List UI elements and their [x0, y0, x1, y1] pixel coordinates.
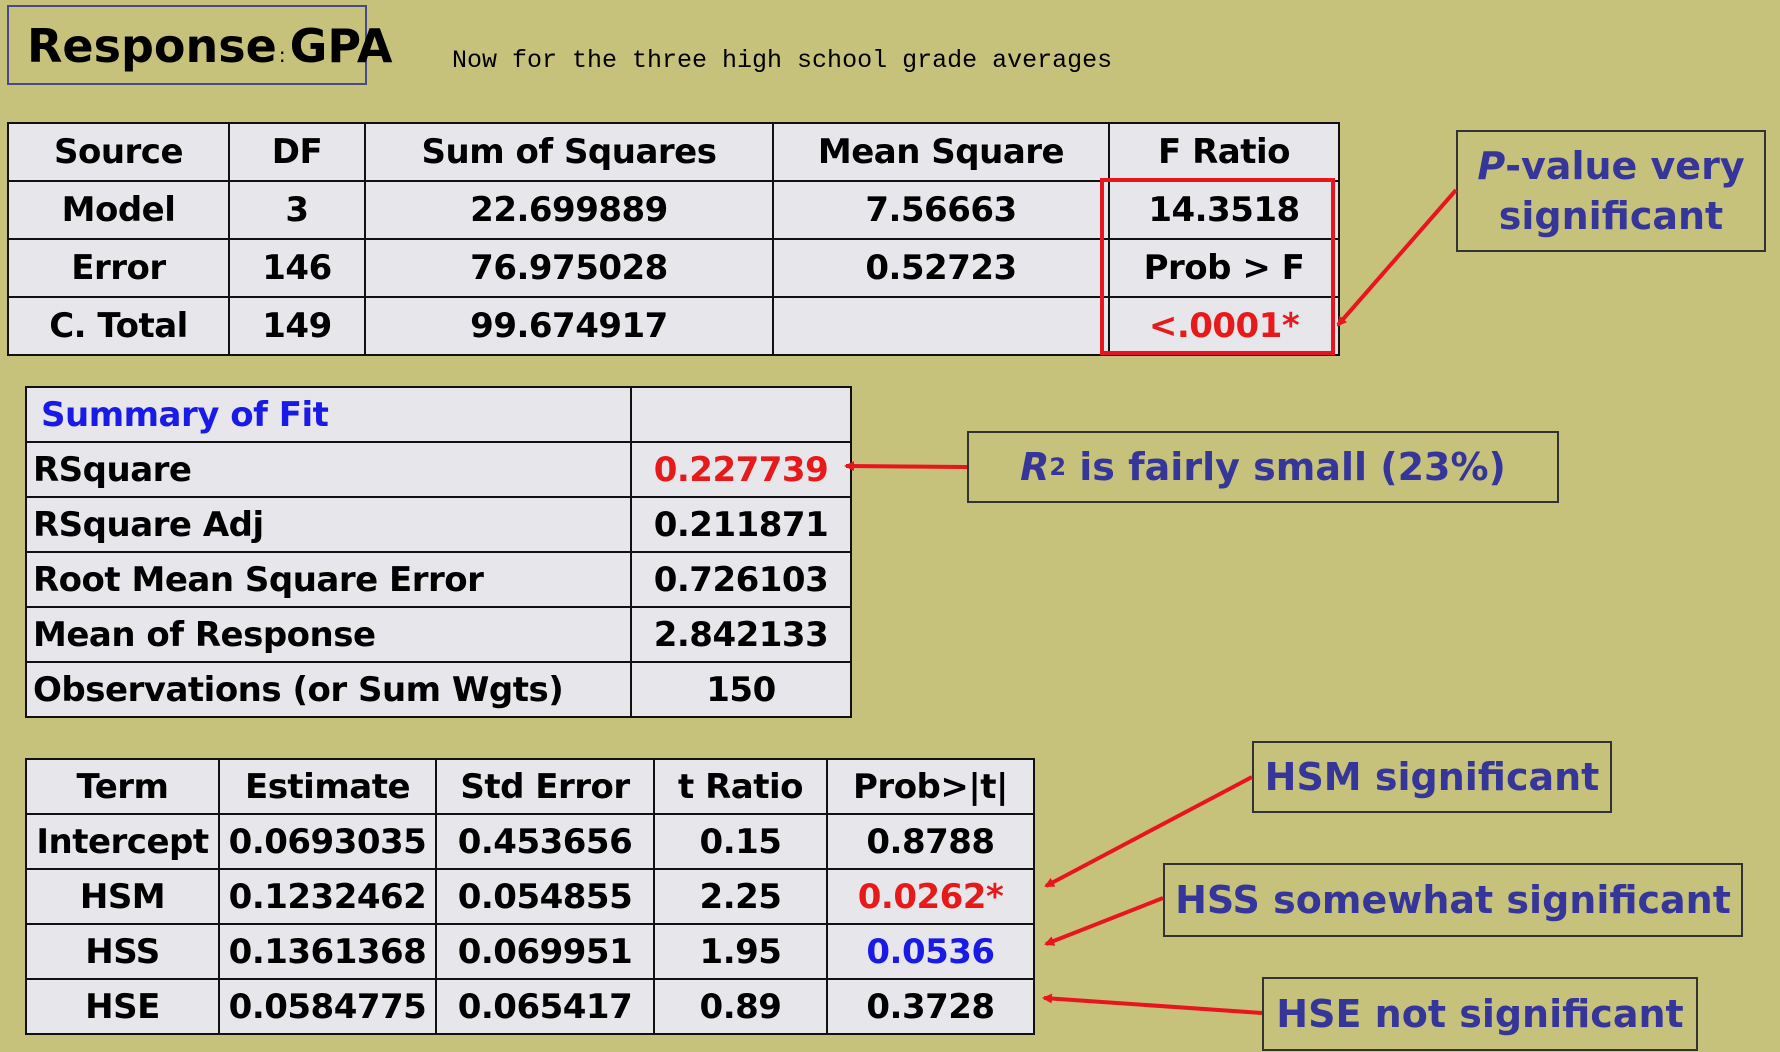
- fit-value: 0.211871: [630, 496, 852, 553]
- title-colon: :: [278, 43, 286, 67]
- params-header-estimate: Estimate: [218, 758, 437, 815]
- fit-value: 2.842133: [630, 606, 852, 663]
- params-header-stderr: Std Error: [435, 758, 655, 815]
- r2-letter: R: [1020, 445, 1050, 489]
- anova-cell: Model: [7, 180, 230, 240]
- fit-value: 0.726103: [630, 551, 852, 608]
- params-cell: 0.15: [653, 813, 828, 870]
- anova-cell: [772, 296, 1110, 356]
- hsm-p-value: 0.0262*: [826, 868, 1035, 925]
- fit-label: Mean of Response: [25, 606, 632, 663]
- p-value-note: P-value very significant: [1456, 130, 1766, 252]
- params-cell: HSE: [25, 978, 220, 1035]
- params-header-term: Term: [25, 758, 220, 815]
- fit-row: Mean of Response 2.842133: [25, 606, 852, 663]
- slide-subtitle: Now for the three high school grade aver…: [452, 46, 1113, 75]
- params-cell: 0.453656: [435, 813, 655, 870]
- response-title: Response:GPA: [7, 5, 392, 85]
- params-cell: 0.065417: [435, 978, 655, 1035]
- fit-header: Summary of Fit: [25, 386, 632, 443]
- anova-header-ss: Sum of Squares: [364, 122, 774, 182]
- params-cell: 0.0693035: [218, 813, 437, 870]
- anova-header-fratio: F Ratio: [1108, 122, 1340, 182]
- f-ratio-highlight-box: [1100, 178, 1335, 355]
- anova-cell: 7.56663: [772, 180, 1110, 240]
- fit-label: Observations (or Sum Wgts): [25, 661, 632, 718]
- fit-value: 150: [630, 661, 852, 718]
- hss-p-value: 0.0536: [826, 923, 1035, 980]
- fit-row: RSquare 0.227739: [25, 441, 852, 498]
- anova-cell: 146: [228, 238, 366, 298]
- p-value-arrow: [1336, 188, 1458, 327]
- anova-header-ms: Mean Square: [772, 122, 1110, 182]
- fit-row: Root Mean Square Error 0.726103: [25, 551, 852, 608]
- params-header-row: Term Estimate Std Error t Ratio Prob>|t|: [25, 758, 1035, 815]
- params-cell: 0.1232462: [218, 868, 437, 925]
- anova-header-row: Source DF Sum of Squares Mean Square F R…: [7, 122, 1340, 182]
- params-cell: 1.95: [653, 923, 828, 980]
- r2-note: R2 is fairly small (23%): [967, 431, 1559, 503]
- fit-label: RSquare Adj: [25, 496, 632, 553]
- summary-of-fit-table: Summary of Fit RSquare 0.227739 RSquare …: [25, 386, 852, 718]
- hse-arrow: [1042, 993, 1263, 1015]
- fit-row: Observations (or Sum Wgts) 150: [25, 661, 852, 718]
- hse-note: HSE not significant: [1262, 977, 1698, 1051]
- params-row-hse: HSE 0.0584775 0.065417 0.89 0.3728: [25, 978, 1035, 1035]
- anova-cell: 99.674917: [364, 296, 774, 356]
- r2-arrow: [844, 461, 968, 472]
- r2-superscript: 2: [1049, 453, 1067, 481]
- p-value-note-rest: -value very: [1505, 144, 1745, 188]
- params-cell: 0.069951: [435, 923, 655, 980]
- anova-cell: 76.975028: [364, 238, 774, 298]
- hsm-note: HSM significant: [1252, 741, 1612, 813]
- params-cell: Intercept: [25, 813, 220, 870]
- r2-note-text: is fairly small (23%): [1066, 445, 1506, 489]
- params-cell: 0.8788: [826, 813, 1035, 870]
- response-variable: GPA: [289, 19, 393, 73]
- params-cell: 0.0584775: [218, 978, 437, 1035]
- fit-label: Root Mean Square Error: [25, 551, 632, 608]
- hss-note: HSS somewhat significant: [1163, 863, 1743, 937]
- p-value-note-line2: significant: [1498, 194, 1724, 238]
- params-cell: 0.054855: [435, 868, 655, 925]
- anova-cell: 0.52723: [772, 238, 1110, 298]
- params-cell: 0.89: [653, 978, 828, 1035]
- anova-header-source: Source: [7, 122, 230, 182]
- rsquare-value: 0.227739: [630, 441, 852, 498]
- params-row-intercept: Intercept 0.0693035 0.453656 0.15 0.8788: [25, 813, 1035, 870]
- params-header-prob: Prob>|t|: [826, 758, 1035, 815]
- params-cell: HSS: [25, 923, 220, 980]
- fit-header-row: Summary of Fit: [25, 386, 852, 443]
- parameter-estimates-table: Term Estimate Std Error t Ratio Prob>|t|…: [25, 758, 1035, 1035]
- anova-cell: 3: [228, 180, 366, 240]
- anova-cell: Error: [7, 238, 230, 298]
- p-value-note-line1: P-value very: [1477, 141, 1744, 191]
- fit-label: RSquare: [25, 441, 632, 498]
- params-cell: 2.25: [653, 868, 828, 925]
- params-row-hsm: HSM 0.1232462 0.054855 2.25 0.0262*: [25, 868, 1035, 925]
- params-header-tratio: t Ratio: [653, 758, 828, 815]
- params-row-hss: HSS 0.1361368 0.069951 1.95 0.0536: [25, 923, 1035, 980]
- p-letter: P: [1477, 144, 1506, 188]
- anova-cell: 22.699889: [364, 180, 774, 240]
- hss-arrow: [1044, 896, 1164, 946]
- params-cell: 0.3728: [826, 978, 1035, 1035]
- fit-row: RSquare Adj 0.211871: [25, 496, 852, 553]
- anova-cell: C. Total: [7, 296, 230, 356]
- anova-header-df: DF: [228, 122, 366, 182]
- fit-header-blank: [630, 386, 852, 443]
- params-cell: 0.1361368: [218, 923, 437, 980]
- response-label: Response: [27, 19, 277, 73]
- params-cell: HSM: [25, 868, 220, 925]
- anova-cell: 149: [228, 296, 366, 356]
